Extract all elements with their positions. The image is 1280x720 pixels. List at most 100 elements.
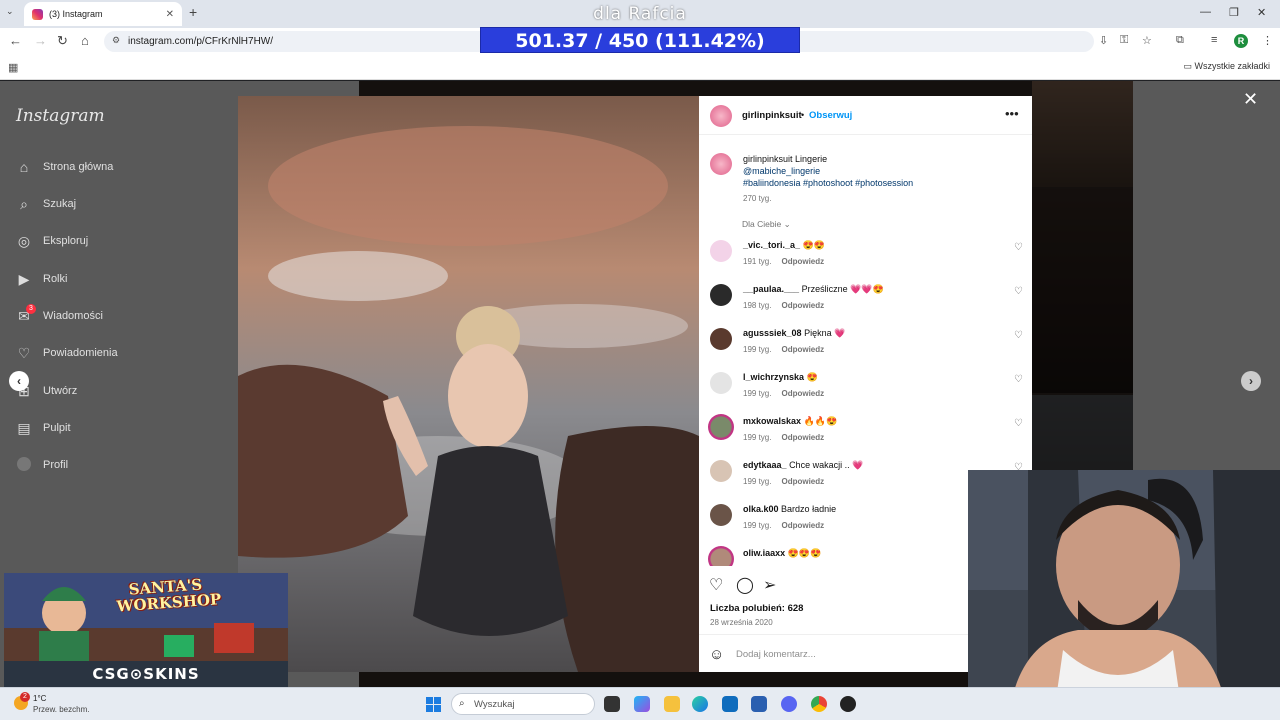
previous-post-button[interactable]: ‹	[9, 371, 29, 391]
restore-icon[interactable]: ❐	[1229, 6, 1239, 19]
like-icon[interactable]: ♡	[709, 575, 723, 595]
comment-time: 199 tyg.	[743, 389, 772, 398]
taskbar-search-input[interactable]: ⌕ Wyszukaj	[451, 693, 595, 715]
likes-count[interactable]: Liczba polubień: 628	[710, 603, 803, 614]
comment-username[interactable]: olka.k00	[743, 504, 779, 514]
commenter-avatar[interactable]	[708, 546, 734, 566]
windows-start-icon[interactable]	[426, 697, 441, 712]
commenter-avatar[interactable]	[710, 240, 732, 262]
comment-like-icon[interactable]: ♡	[1014, 374, 1023, 385]
file-explorer-icon[interactable]	[664, 696, 680, 712]
sidebar-item-notifications[interactable]: ♡ Powiadomienia	[14, 341, 118, 365]
share-icon[interactable]: ➢	[763, 575, 776, 595]
commenter-avatar[interactable]	[708, 414, 734, 440]
forward-icon[interactable]: →	[34, 33, 47, 48]
reply-button[interactable]: Odpowiedz	[781, 389, 824, 398]
more-options-icon[interactable]: •••	[1005, 106, 1019, 121]
comment-username[interactable]: __paulaa.___	[743, 284, 799, 294]
caption-mention[interactable]: @mabiche_lingerie	[743, 166, 820, 176]
messenger-icon: ✉ 3	[14, 303, 36, 325]
reply-button[interactable]: Odpowiedz	[781, 477, 824, 486]
comment-username[interactable]: mxkowalskax	[743, 416, 801, 426]
weather-description[interactable]: Przew. bezchm.	[33, 705, 89, 714]
comment-username[interactable]: edytkaaa_	[743, 460, 787, 470]
commenter-avatar[interactable]	[710, 284, 732, 306]
comment-like-icon[interactable]: ♡	[1014, 418, 1023, 429]
comment-username[interactable]: l_wichrzynska	[743, 372, 804, 382]
sidebar-item-reels[interactable]: ▶ Rolki	[14, 267, 68, 291]
reply-button[interactable]: Odpowiedz	[781, 257, 824, 266]
list-item: mxkowalskax 🔥🔥😍 199 tyg. Odpowiedz ♡	[699, 412, 1032, 456]
task-view-icon[interactable]	[604, 696, 620, 712]
extensions-icon[interactable]: ⧉	[1176, 34, 1184, 47]
reply-button[interactable]: Odpowiedz	[781, 521, 824, 530]
sidebar-item-home[interactable]: ⌂ Strona główna	[14, 155, 114, 179]
next-post-button[interactable]: ›	[1241, 371, 1261, 391]
apps-grid-icon[interactable]: ▦	[8, 61, 18, 74]
comment-sort-dropdown[interactable]: Dla Ciebie ⌄	[742, 219, 791, 230]
comment-username[interactable]: oliw.iaaxx	[743, 548, 785, 558]
author-username[interactable]: girlinpinksuit	[742, 110, 802, 121]
all-bookmarks-button[interactable]: ▭ Wszystkie zakładki	[1183, 61, 1270, 72]
sidebar-item-profile[interactable]: Profil	[14, 453, 68, 477]
comment-like-icon[interactable]: ♡	[1014, 286, 1023, 297]
password-key-icon[interactable]: ⚿	[1120, 34, 1128, 47]
back-icon[interactable]: ←	[9, 33, 22, 48]
reading-list-icon[interactable]: ≡	[1211, 34, 1217, 46]
home-button-icon[interactable]: ⌂	[81, 33, 89, 48]
comment-like-icon[interactable]: ♡	[1014, 242, 1023, 253]
outlook-icon[interactable]	[722, 696, 738, 712]
edge-icon[interactable]	[692, 696, 708, 712]
reload-icon[interactable]: ↻	[57, 33, 68, 49]
minimize-icon[interactable]: —	[1200, 6, 1211, 18]
caption-avatar[interactable]	[710, 153, 732, 175]
add-comment-input[interactable]: Dodaj komentarz...	[736, 649, 816, 660]
instagram-logo[interactable]: Instagram	[16, 106, 105, 126]
ad-brand[interactable]: CSG⊙SKINS	[4, 661, 288, 687]
commenter-avatar[interactable]	[710, 504, 732, 526]
site-info-icon[interactable]: ⚙	[112, 35, 120, 46]
profile-avatar[interactable]: R	[1234, 34, 1248, 48]
reply-button[interactable]: Odpowiedz	[781, 433, 824, 442]
all-bookmarks-label: Wszystkie zakładki	[1194, 61, 1270, 71]
commenter-avatar[interactable]	[710, 328, 732, 350]
obs-icon[interactable]	[840, 696, 856, 712]
sidebar-item-explore[interactable]: ◎ Eksploruj	[14, 229, 88, 253]
close-icon[interactable]: ✕	[1243, 89, 1258, 110]
comment-like-icon[interactable]: ♡	[1014, 330, 1023, 341]
comment-meta: 199 tyg. Odpowiedz	[743, 521, 824, 530]
sidebar-item-messages[interactable]: ✉ 3 Wiadomości	[14, 303, 103, 328]
chrome-icon[interactable]	[811, 696, 827, 712]
bookmark-star-icon[interactable]: ☆	[1142, 34, 1152, 47]
comment-meta: 199 tyg. Odpowiedz	[743, 477, 824, 486]
reply-button[interactable]: Odpowiedz	[781, 345, 824, 354]
discord-icon[interactable]	[781, 696, 797, 712]
new-tab-icon[interactable]: +	[189, 4, 197, 20]
tab-search-chevron-icon[interactable]: ⌄	[6, 6, 14, 17]
post-photo[interactable]	[238, 96, 699, 672]
comment-username[interactable]: agusssiek_08	[743, 328, 802, 338]
caption-hashtags[interactable]: #baliindonesia #photoshoot #photosession	[743, 178, 913, 188]
caption-username[interactable]: girlinpinksuit	[743, 154, 793, 164]
store-icon[interactable]	[751, 696, 767, 712]
commenter-avatar[interactable]	[710, 372, 732, 394]
comment-username[interactable]: _vic._tori._a_	[743, 240, 800, 250]
menu-kebab-icon[interactable]: ⋮	[1262, 34, 1273, 47]
sidebar-item-label: Szukaj	[43, 198, 77, 210]
weather-temp[interactable]: 1°C	[33, 694, 46, 703]
sidebar-item-search[interactable]: ⌕ Szukaj	[14, 192, 76, 216]
emoji-icon[interactable]: ☺	[709, 646, 724, 663]
comment-icon[interactable]: ◯	[736, 575, 754, 595]
caption-line: girlinpinksuit Lingerie	[743, 154, 827, 164]
tab-close-icon[interactable]: ✕	[166, 9, 174, 20]
author-avatar[interactable]	[710, 105, 732, 127]
install-app-icon[interactable]: ⇩	[1099, 34, 1108, 47]
commenter-avatar[interactable]	[710, 460, 732, 482]
sidebar-item-dashboard[interactable]: ▤ Pulpit	[14, 416, 70, 440]
window-close-icon[interactable]: ✕	[1257, 6, 1266, 19]
reply-button[interactable]: Odpowiedz	[781, 301, 824, 310]
tab-instagram[interactable]: (3) Instagram ✕	[24, 2, 182, 26]
copilot-icon[interactable]	[634, 696, 650, 712]
comment-text-line: _vic._tori._a_ 😍😍	[743, 240, 825, 251]
follow-button[interactable]: Obserwuj	[809, 110, 852, 121]
